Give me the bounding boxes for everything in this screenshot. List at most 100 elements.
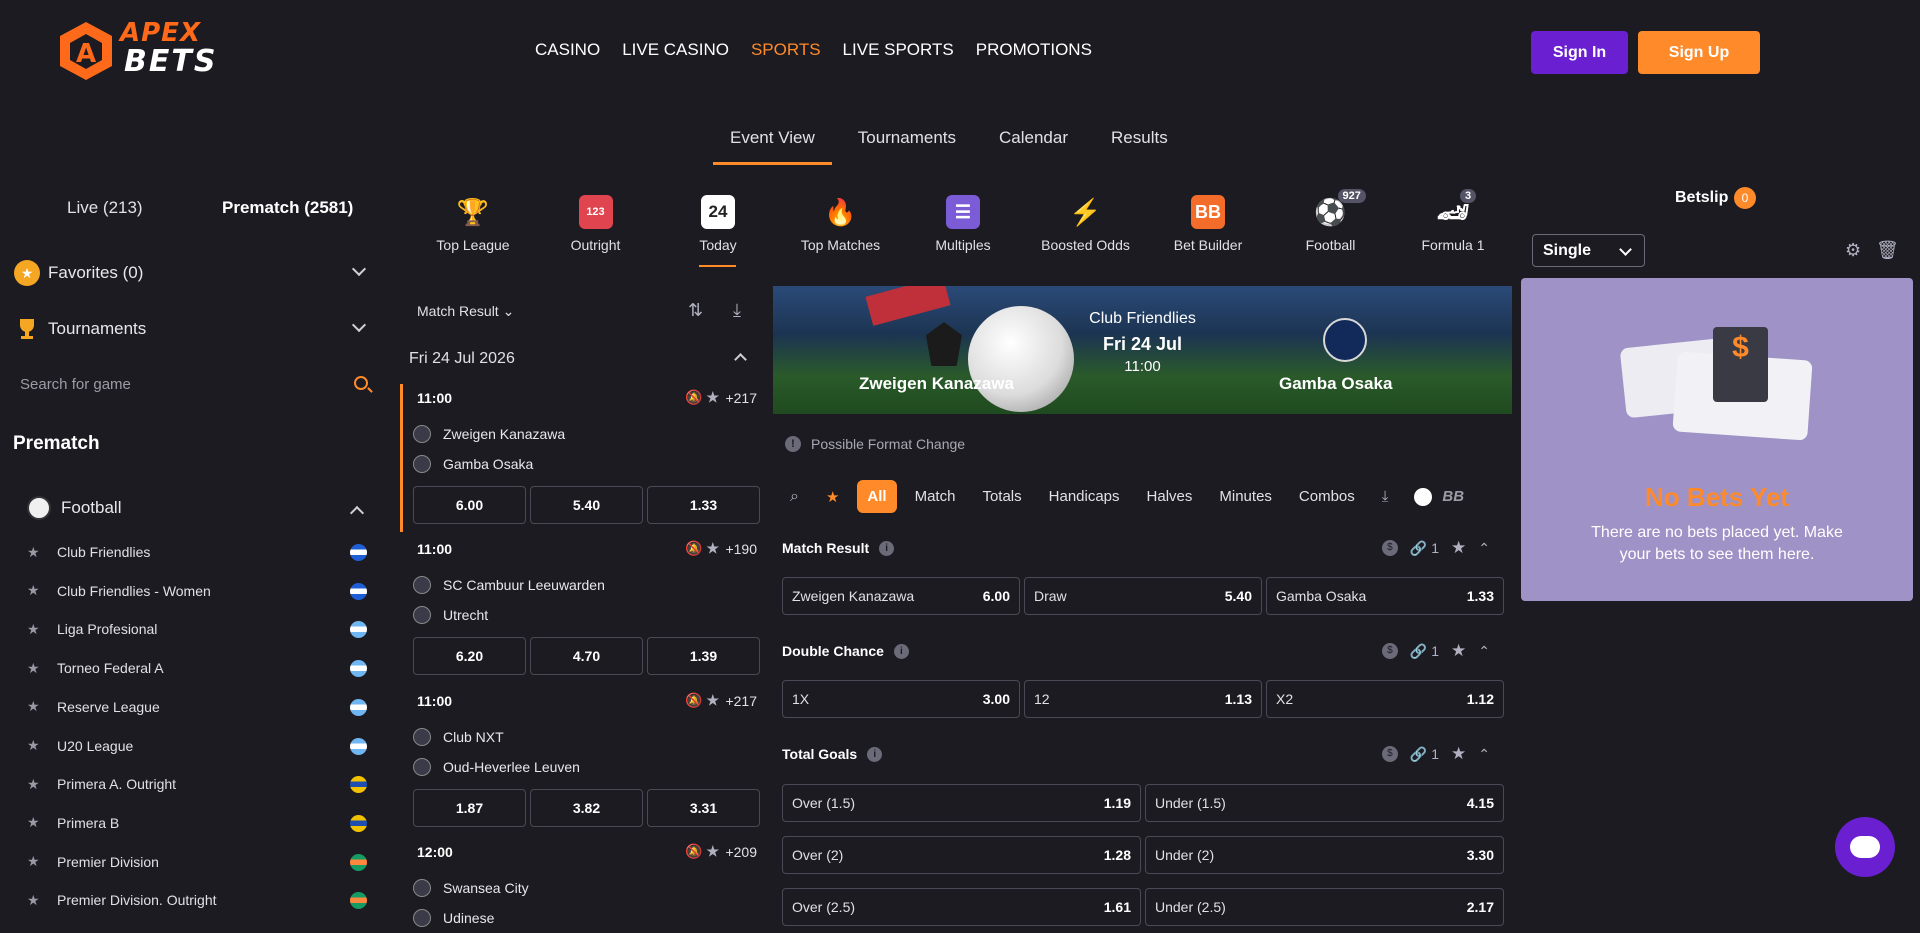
league-item[interactable]: ★ Premier Division. Outright [27,890,367,910]
team-away[interactable]: Oud-Heverlee Leuven [413,758,753,776]
filter-all[interactable]: All [857,480,897,513]
selection-button[interactable]: Over (2.5) 1.61 [782,888,1141,926]
star-icon[interactable]: ★ [27,660,49,677]
bet-type-select[interactable]: Single [1532,234,1645,267]
star-icon[interactable]: ★ [1451,744,1466,764]
odds-button[interactable]: 1.33 [647,486,760,524]
odds-button[interactable]: 6.00 [413,486,526,524]
category-top-matches[interactable]: 🔥 Top Matches [781,195,901,254]
tab-tournaments[interactable]: Tournaments [858,128,956,165]
filter-halves[interactable]: Halves [1147,488,1193,505]
star-icon[interactable]: ★ [27,582,49,599]
league-item[interactable]: ★ Reserve League [27,697,367,717]
team-home[interactable]: Swansea City [413,879,753,897]
league-item[interactable]: ★ Club Friendlies - Women [27,581,367,601]
selection-button[interactable]: 1X 3.00 [782,680,1020,718]
odds-button[interactable]: 1.39 [647,637,760,675]
more-markets-link[interactable]: +209 [725,844,757,860]
odds-button[interactable]: 1.87 [413,789,526,827]
bet-builder-toggle[interactable] [1414,487,1433,506]
filter-combos[interactable]: Combos [1299,488,1355,505]
selection-button[interactable]: Over (1.5) 1.19 [782,784,1141,822]
league-item[interactable]: ★ Primera A. Outright [27,774,367,794]
selection-button[interactable]: Under (1.5) 4.15 [1145,784,1504,822]
league-item[interactable]: ★ U20 League [27,736,367,756]
market-header[interactable]: Double Chance i $ 🔗 1 ★ ⌃ [782,641,1502,661]
market-header[interactable]: Total Goals i $ 🔗 1 ★ ⌃ [782,744,1502,764]
filter-totals[interactable]: Totals [982,488,1021,505]
more-markets-link[interactable]: +217 [725,390,757,406]
category-formula-1[interactable]: 🏎 3 Formula 1 [1393,189,1513,253]
league-item[interactable]: ★ Primera B [27,813,367,833]
favorites-row[interactable]: ★ Favorites (0) [14,258,374,288]
sort-icon[interactable]: ⇅ [688,300,703,321]
odds-button[interactable]: 3.31 [647,789,760,827]
bell-off-icon[interactable]: 🔕 [685,692,702,708]
collapse-icon[interactable]: ⤓ [733,300,741,321]
info-icon[interactable]: i [867,746,883,762]
filter-match[interactable]: Match [915,488,956,505]
selection-button[interactable]: Draw 5.40 [1024,577,1262,615]
trash-icon[interactable]: 🗑 [1876,240,1899,261]
selection-button[interactable]: Under (2.5) 2.17 [1145,888,1504,926]
bell-off-icon[interactable]: 🔕 [685,540,702,556]
selection-button[interactable]: 12 1.13 [1024,680,1262,718]
star-icon[interactable]: ★ [826,488,839,506]
league-item[interactable]: ★ Torneo Federal A [27,658,367,678]
star-icon[interactable]: ★ [1451,641,1466,661]
team-home[interactable]: Zweigen Kanazawa [413,425,753,443]
category-outright[interactable]: 123 Outright [536,195,656,253]
chat-bot-icon[interactable] [1835,817,1895,877]
sport-football[interactable]: Football [27,496,365,521]
info-icon[interactable]: i [893,643,909,659]
filter-handicaps[interactable]: Handicaps [1049,488,1120,505]
tab-calendar[interactable]: Calendar [999,128,1068,165]
star-icon[interactable]: ★ [27,544,49,561]
star-icon[interactable]: ★ [1451,538,1466,558]
team-away[interactable]: Udinese [413,909,753,927]
chevron-up-icon[interactable]: ⌃ [1478,643,1490,660]
sign-up-button[interactable]: Sign Up [1638,31,1760,74]
star-icon[interactable]: ★ [706,540,719,556]
apexbets-logo[interactable]: A APEX BETS [58,18,258,84]
star-icon[interactable]: ★ [27,776,49,793]
star-icon[interactable]: ★ [27,698,49,715]
league-item[interactable]: ★ Premier Division [27,852,367,872]
tab-results[interactable]: Results [1111,128,1168,165]
star-icon[interactable]: ★ [27,853,49,870]
odds-button[interactable]: 5.40 [530,486,643,524]
collapse-all-icon[interactable]: ⤓ [1382,488,1389,505]
team-away[interactable]: Utrecht [413,606,753,624]
star-icon[interactable]: ★ [27,737,49,754]
star-icon[interactable]: ★ [706,389,719,405]
odds-button[interactable]: 3.82 [530,789,643,827]
sign-in-button[interactable]: Sign In [1531,31,1628,74]
market-dropdown[interactable]: Match Result ⌄ [417,303,514,320]
bell-off-icon[interactable]: 🔕 [685,389,702,405]
tournaments-row[interactable]: Tournaments [14,314,374,344]
category-football[interactable]: ⚽ 927 Football [1271,189,1391,253]
league-item[interactable]: ★ Liga Profesional [27,619,367,639]
more-markets-link[interactable]: +190 [725,541,757,557]
nav-sports[interactable]: SPORTS [751,40,821,60]
nav-casino[interactable]: CASINO [535,40,600,60]
filter-minutes[interactable]: Minutes [1219,488,1272,505]
nav-live-casino[interactable]: LIVE CASINO [622,40,729,60]
team-away[interactable]: Gamba Osaka [413,455,753,473]
selection-button[interactable]: Over (2) 1.28 [782,836,1141,874]
team-home[interactable]: SC Cambuur Leeuwarden [413,576,753,594]
market-header[interactable]: Match Result i $ 🔗 1 ★ ⌃ [782,538,1502,558]
league-item[interactable]: ★ Club Friendlies [27,542,367,562]
search-icon[interactable]: ⌕ [790,488,799,506]
star-icon[interactable]: ★ [706,692,719,708]
category-today[interactable]: 24 Today [658,195,778,253]
nav-live-sports[interactable]: LIVE SPORTS [843,40,954,60]
search-icon[interactable] [354,376,368,390]
category-multiples[interactable]: ☰ Multiples [903,195,1023,253]
team-home[interactable]: Club NXT [413,728,753,746]
star-icon[interactable]: ★ [706,843,719,859]
star-icon[interactable]: ★ [27,814,49,831]
more-markets-link[interactable]: +217 [725,693,757,709]
selection-button[interactable]: Gamba Osaka 1.33 [1266,577,1504,615]
search-input[interactable]: Search for game [20,376,131,393]
